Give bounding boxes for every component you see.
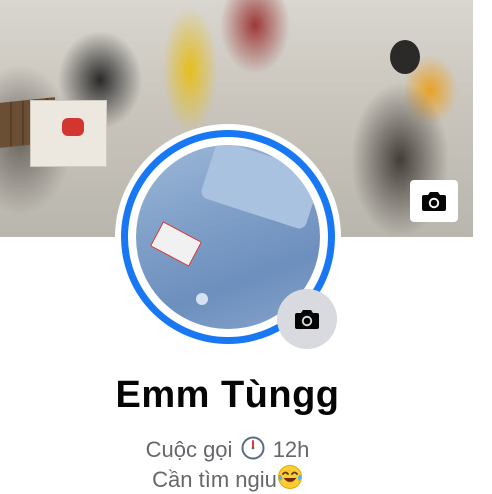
edit-profile-picture-button[interactable] (277, 289, 337, 349)
camera-icon (295, 310, 319, 329)
profile-bio: Cuộc gọi 12h Cần tìm ngiu (0, 436, 455, 494)
profile-name: Emm Tùngg (115, 374, 340, 416)
cover-photo-red-object (62, 118, 84, 136)
bio-line-1: Cuộc gọi 12h (0, 436, 455, 464)
clock-icon (241, 436, 265, 460)
profile-picture-shirt-button (196, 293, 208, 305)
bio-status-text: Cần tìm ngiu (152, 467, 277, 492)
edit-cover-photo-button[interactable] (410, 180, 458, 222)
face-with-tears-of-joy-icon (277, 465, 302, 489)
cover-photo-mirror (390, 40, 420, 74)
profile-picture-shirt-label (150, 221, 202, 267)
camera-icon (422, 192, 446, 211)
bio-call-text: Cuộc gọi (145, 437, 233, 462)
bio-time-text: 12h (272, 437, 310, 462)
bio-line-2: Cần tìm ngiu (0, 464, 455, 494)
